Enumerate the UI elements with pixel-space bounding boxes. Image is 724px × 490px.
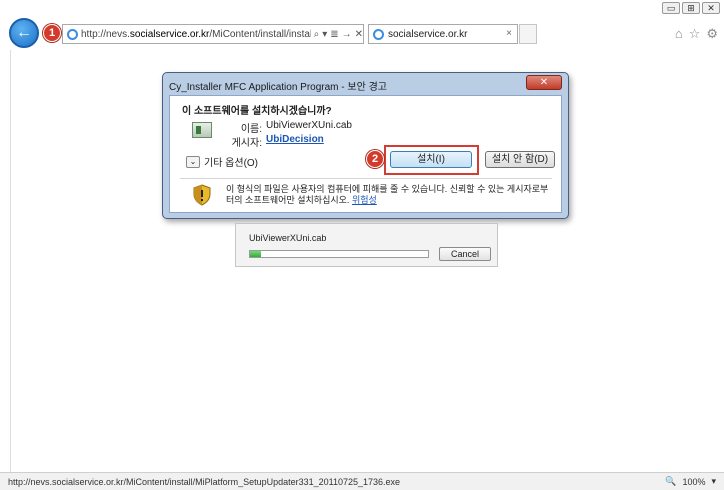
back-button[interactable]: ← bbox=[9, 18, 39, 48]
ie-icon bbox=[67, 28, 78, 40]
zoom-dropdown-icon[interactable]: ▾ bbox=[711, 476, 716, 487]
tab-title: socialservice.or.kr bbox=[388, 28, 468, 40]
toolbar-icons: ⌂ ☆ ⚙ bbox=[675, 26, 718, 42]
home-icon[interactable]: ⌂ bbox=[675, 26, 683, 42]
download-filename: UbiViewerXUni.cab bbox=[249, 233, 327, 243]
browser-tab[interactable]: socialservice.or.kr × bbox=[368, 24, 518, 44]
status-bar: http://nevs.socialservice.or.kr/MiConten… bbox=[0, 472, 724, 490]
go-icon[interactable]: → bbox=[342, 29, 352, 40]
download-progress-bar bbox=[249, 250, 429, 258]
dont-install-button[interactable]: 설치 안 함(D) bbox=[485, 151, 555, 168]
cab-file-icon bbox=[192, 122, 212, 138]
more-options-toggle[interactable]: ⌄ 기타 옵션(O) bbox=[186, 154, 258, 169]
callout-marker-2: 2 bbox=[366, 150, 384, 168]
back-arrow-icon: ← bbox=[16, 24, 32, 41]
address-bar[interactable]: http://nevs.socialservice.or.kr/MiConten… bbox=[62, 24, 364, 44]
dropdown-icon[interactable]: ▾ bbox=[322, 29, 327, 40]
minimize-button[interactable]: ▭ bbox=[662, 2, 680, 14]
cancel-button[interactable]: Cancel bbox=[439, 247, 491, 261]
zoom-control[interactable]: 🔍 100% ▾ bbox=[665, 476, 716, 487]
favorites-star-icon[interactable]: ☆ bbox=[689, 26, 701, 42]
address-url[interactable]: http://nevs.socialservice.or.kr/MiConten… bbox=[81, 29, 311, 40]
dialog-body: 이 소프트웨어를 설치하시겠습니까? 이름: UbiViewerXUni.cab… bbox=[169, 95, 562, 213]
window-controls: ▭ ⊞ ✕ bbox=[662, 2, 720, 14]
name-label: 이름: bbox=[240, 124, 262, 135]
publisher-link[interactable]: UbiDecision bbox=[266, 134, 324, 145]
tab-close-icon[interactable]: × bbox=[506, 28, 512, 39]
compat-view-icon[interactable]: ≣ bbox=[330, 29, 338, 40]
expand-chevron-icon: ⌄ bbox=[186, 155, 200, 168]
browser-chrome: ▭ ⊞ ✕ ← 1 http://nevs.socialservice.or.k… bbox=[0, 0, 724, 50]
install-button[interactable]: 설치(I) bbox=[390, 151, 472, 168]
callout-marker-1: 1 bbox=[43, 24, 61, 42]
warning-text: 이 형식의 파일은 사용자의 컴퓨터에 피해를 줄 수 있습니다. 신뢰할 수 … bbox=[226, 184, 549, 205]
download-progress-panel: UbiViewerXUni.cab Cancel bbox=[235, 223, 498, 267]
name-value: UbiViewerXUni.cab bbox=[266, 120, 352, 131]
settings-gear-icon[interactable]: ⚙ bbox=[706, 26, 718, 42]
status-url: http://nevs.socialservice.or.kr/MiConten… bbox=[8, 476, 401, 487]
search-icon[interactable]: ⌕ bbox=[314, 29, 320, 40]
divider bbox=[180, 178, 552, 179]
progress-fill bbox=[250, 251, 261, 257]
dialog-close-button[interactable]: ✕ bbox=[526, 75, 562, 90]
more-options-label: 기타 옵션(O) bbox=[204, 158, 259, 169]
zoom-level: 100% bbox=[682, 476, 706, 487]
zoom-icon: 🔍 bbox=[665, 476, 677, 486]
new-tab-button[interactable] bbox=[519, 24, 537, 44]
install-question: 이 소프트웨어를 설치하시겠습니까? bbox=[182, 106, 332, 117]
shield-warning-icon bbox=[193, 184, 211, 206]
publisher-label: 게시자: bbox=[231, 138, 262, 149]
close-window-button[interactable]: ✕ bbox=[702, 2, 720, 14]
security-warning-dialog: Cy_Installer MFC Application Program - 보… bbox=[162, 72, 569, 219]
dialog-title: Cy_Installer MFC Application Program - 보… bbox=[169, 82, 387, 93]
stop-icon[interactable]: ✕ bbox=[355, 29, 363, 40]
tab-favicon-icon bbox=[373, 28, 384, 40]
risk-link[interactable]: 위험성 bbox=[352, 195, 377, 205]
maximize-button[interactable]: ⊞ bbox=[682, 2, 700, 14]
